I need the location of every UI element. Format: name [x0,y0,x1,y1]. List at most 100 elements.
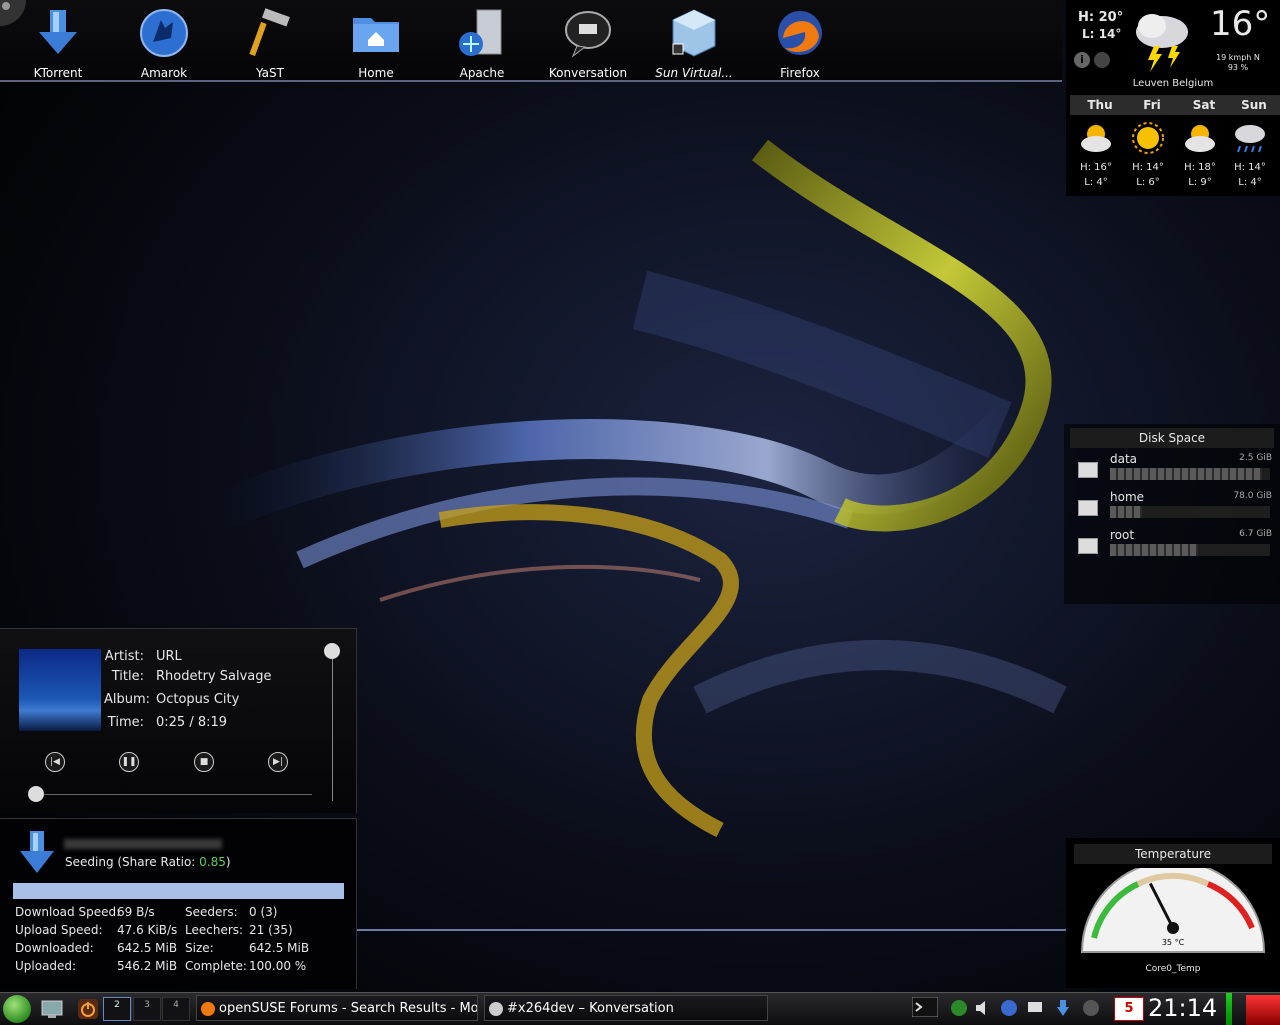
task-konversation[interactable]: #x264dev – Konversation [484,995,768,1021]
disk-usage-fill [1110,468,1262,480]
hard-drive-icon [1078,462,1098,478]
launcher-virtualbox[interactable]: Sun Virtual... [644,8,744,80]
seek-slider-handle[interactable] [28,786,44,802]
ktorrent-icon [20,831,54,873]
launcher-label: YaST [256,66,284,80]
amarok-icon [140,9,188,57]
volume-track[interactable] [332,651,333,801]
stop-button[interactable]: ■ [194,752,214,772]
leechers-label: Leechers: [185,923,244,937]
artist-label: Artist: [104,649,144,664]
title-label: Title: [111,669,144,684]
forecast-sat: H: 18° L: 9° [1174,120,1226,190]
ktorrent-icon [39,10,77,54]
humidity: 93 % [1227,63,1249,72]
complete-value: 100.00 % [249,959,307,973]
yast-hammer-icon [249,8,290,57]
forecast-thu: H: 16° L: 4° [1070,120,1122,190]
launcher-konversation[interactable]: Konversation [538,8,638,80]
temperature-widget: Temperature 35 °C Core0_Temp [1066,838,1280,988]
forecast-low: L: 6° [1136,177,1160,188]
torrent-progress-bar [13,883,344,899]
leechers-value: 21 (35) [249,923,293,937]
download-speed-label: Download Speed: [15,905,121,919]
upload-speed-value: 47.6 KiB/s [117,923,178,937]
desktop-pager-4[interactable]: 4 [162,997,190,1021]
disk-row-home[interactable]: home 78.0 GiB [1076,490,1272,524]
seeders-value: 0 (3) [249,905,278,919]
artist-value: URL [156,649,182,664]
launcher-ktorrent[interactable]: KTorrent [8,8,108,80]
launcher-label: Konversation [548,66,628,80]
disk-usage-bar [1110,506,1270,518]
hard-drive-icon [1078,500,1098,516]
info-icon[interactable]: i [1074,52,1090,68]
disk-row-data[interactable]: data 2.5 GiB [1076,452,1272,486]
forecast-day: Sun [1241,98,1267,112]
disk-name: home [1110,490,1145,504]
firefox-icon [201,1002,215,1016]
konversation-icon [489,1002,503,1016]
network-icon[interactable] [950,999,968,1017]
disk-size: 2.5 GiB [1239,453,1272,463]
now-playing-widget: Artist: URL Title: Rhodetry Salvage Albu… [0,628,357,813]
forecast-high: H: 14° [1132,162,1164,173]
firefox-icon [778,11,822,55]
previous-track-button[interactable]: |◀ [45,752,65,772]
size-value: 642.5 MiB [249,941,310,955]
taskbar: 1 2 3 4 openSUSE Forums - Search Results… [0,992,1280,1025]
launcher-firefox[interactable]: Firefox [750,8,850,80]
sunny-icon [1132,122,1164,154]
application-menu-button[interactable] [3,995,31,1023]
weather-high: H: 20° [1078,10,1124,25]
seeders-label: Seeders: [185,905,238,919]
pause-button[interactable]: ❚❚ [119,752,139,772]
time-label: Time: [107,715,144,730]
forecast-day-header: Thu Fri Sat Sun [1070,95,1280,115]
disk-name: data [1110,452,1138,466]
launcher-label: Home [358,66,394,80]
forecast-day: Sat [1192,98,1216,112]
wind-humidity: 19 kmph N 93 % [1206,53,1270,73]
disk-space-widget: Disk Space data 2.5 GiB home 78.0 GiB ro… [1064,424,1280,604]
globe-icon[interactable] [1094,52,1110,68]
desktop-pager-2[interactable]: 2 [103,997,131,1021]
hard-drive-icon [1078,538,1098,554]
seek-track[interactable] [34,794,312,795]
forecast-low: L: 4° [1238,177,1262,188]
forecast-high: H: 16° [1080,162,1112,173]
forecast-sun: H: 14° L: 4° [1224,120,1276,190]
desktop-pager-3[interactable]: 3 [133,997,161,1021]
konversation-icon [565,11,611,58]
clock[interactable]: 21:14 [1148,993,1217,1023]
disk-size: 78.0 GiB [1233,491,1272,501]
info-icon[interactable] [1082,999,1100,1017]
temperature-title: Temperature [1074,844,1272,864]
chat-icon[interactable] [1026,999,1044,1017]
mail-notification-icon[interactable]: 5 [1114,997,1144,1021]
ktorrent-tray-icon[interactable] [1054,999,1072,1017]
launcher-amarok[interactable]: Amarok [114,8,214,80]
disk-row-root[interactable]: root 6.7 GiB [1076,528,1272,562]
volume-icon[interactable] [974,999,992,1017]
forecast-fri: H: 14° L: 6° [1122,120,1174,190]
launcher-label: Amarok [140,66,188,80]
next-track-button[interactable]: ▶| [268,752,288,772]
launcher-label: Firefox [780,66,820,80]
forecast-low: L: 4° [1084,177,1108,188]
terminal-icon[interactable] [912,997,938,1017]
time-value: 0:25 / 8:19 [156,715,228,730]
task-firefox[interactable]: openSUSE Forums - Search Results - Mozil… [196,995,478,1021]
power-icon[interactable] [76,997,100,1021]
launcher-home[interactable]: Home [326,8,426,80]
home-folder-icon [353,18,399,52]
launcher-yast[interactable]: YaST [220,8,320,80]
update-icon[interactable] [1000,999,1018,1017]
disk-name: root [1110,528,1135,542]
album-cover [19,649,101,731]
volume-slider-handle[interactable] [324,643,340,659]
temperature-value: 35 °C [1161,938,1185,947]
status-suffix: ) [225,855,231,869]
launcher-apache[interactable]: Apache [432,8,532,80]
show-desktop-icon[interactable] [40,997,64,1021]
